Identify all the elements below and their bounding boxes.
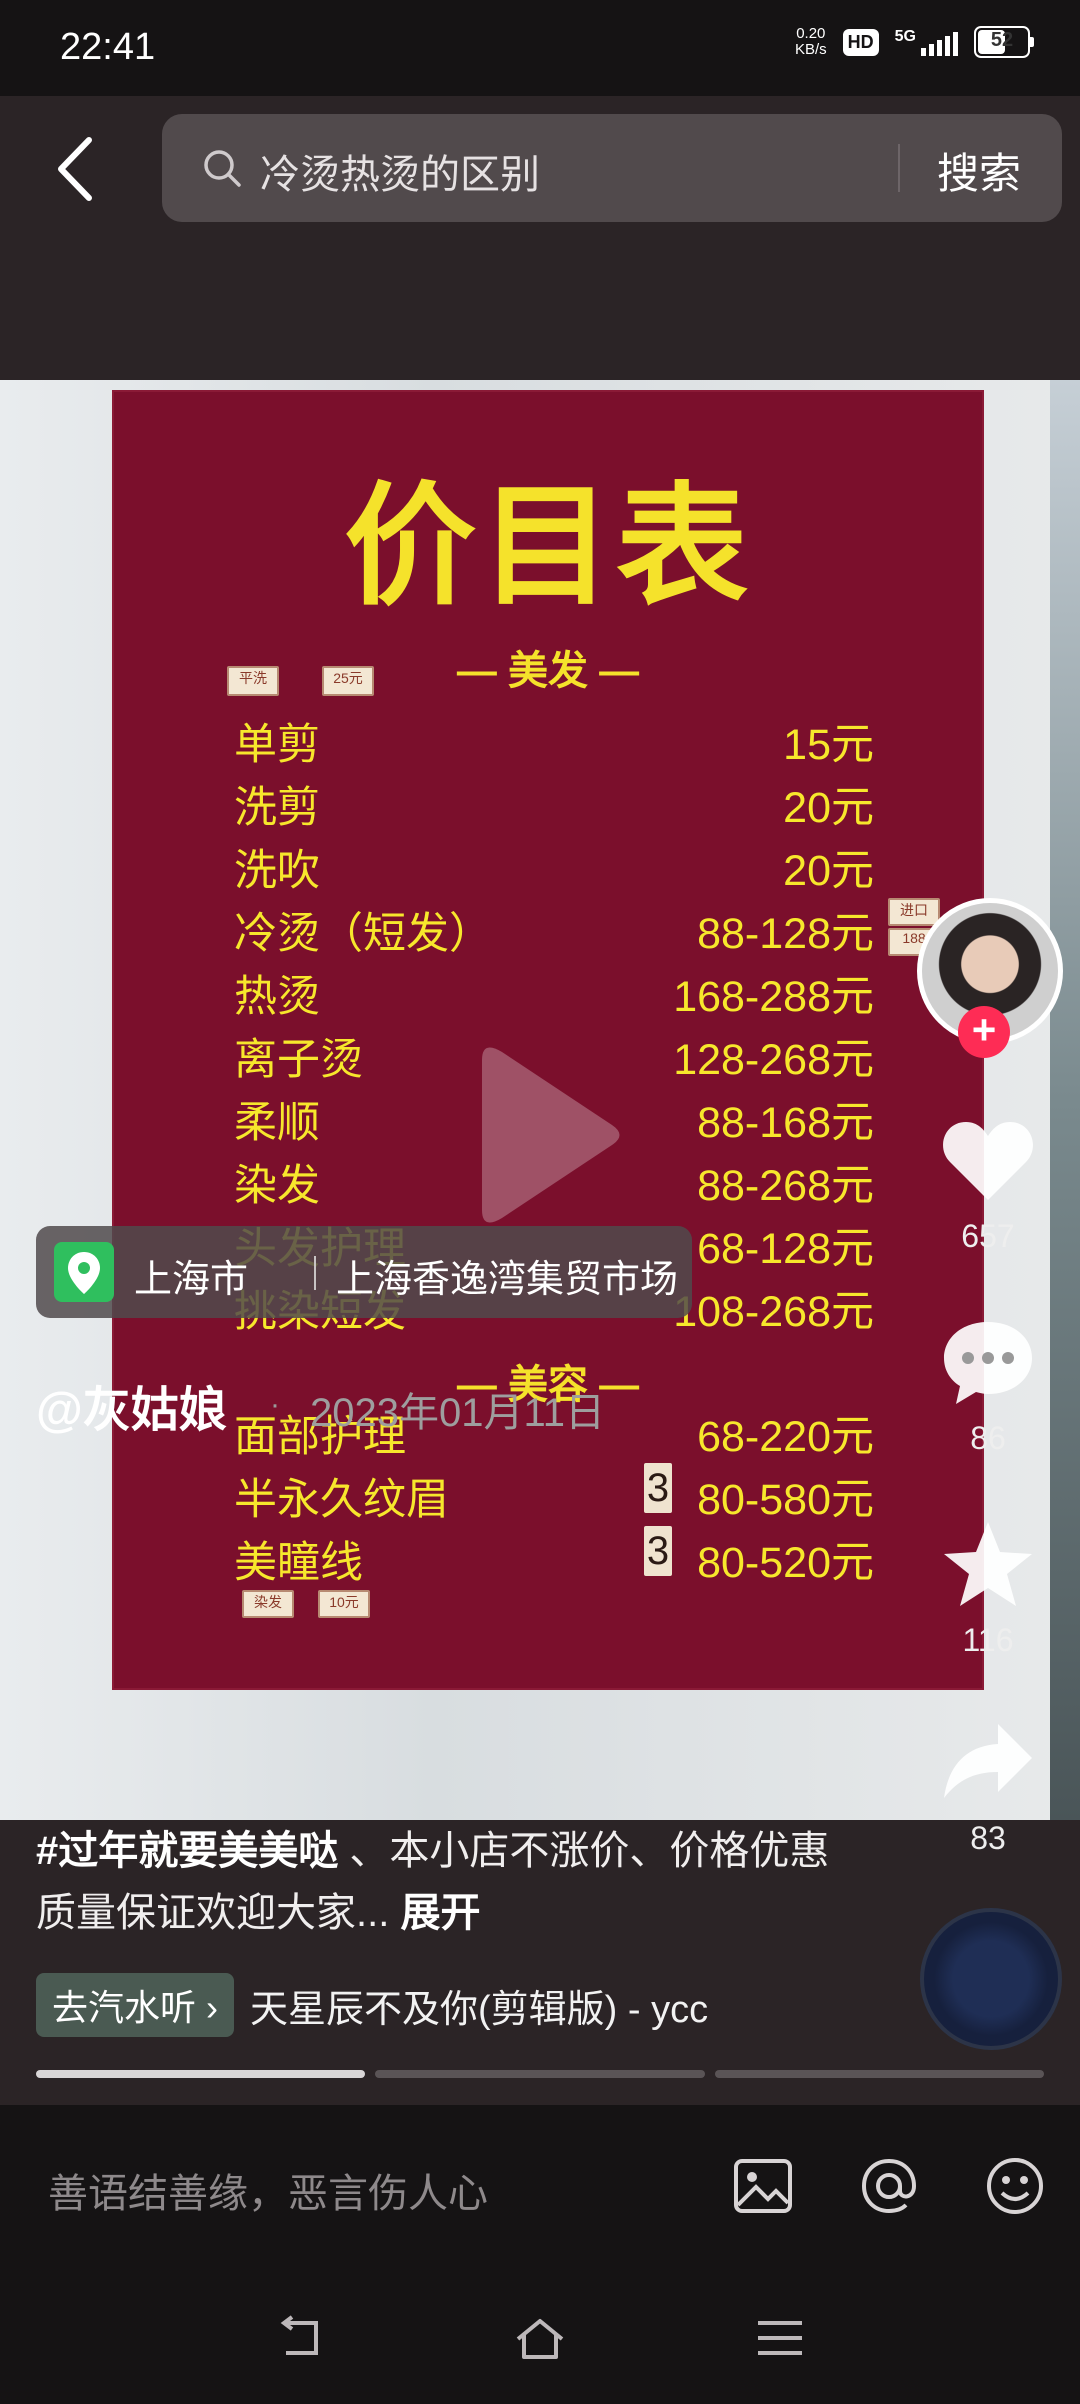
- status-bar: 22:41 0.20 KB/s HD 5G 52: [0, 0, 1080, 96]
- poster-title: 价目表: [344, 469, 752, 624]
- network-speed: 0.20 KB/s: [795, 26, 827, 58]
- item-price: 80-520元: [697, 1539, 874, 1587]
- note-tag: 10元: [318, 1590, 370, 1618]
- location-pin-icon: [54, 1242, 114, 1302]
- author-handle[interactable]: @灰姑娘: [36, 1370, 227, 1440]
- item-price: 68-128元: [697, 1225, 874, 1273]
- item-price: 20元: [783, 784, 874, 832]
- progress-segment: [375, 2070, 705, 2078]
- location-city: 上海市: [134, 1259, 249, 1301]
- progress-segment: [36, 2070, 366, 2078]
- share-count: 83: [970, 1820, 1006, 1856]
- menu-nav-icon[interactable]: [752, 2313, 808, 2363]
- comment-icon[interactable]: [940, 1318, 1036, 1408]
- price-row: 洗吹 20元: [234, 836, 874, 896]
- post-date: 2023年01月11日: [310, 1391, 605, 1435]
- play-icon[interactable]: [462, 1040, 622, 1230]
- price-patch: 3: [644, 1526, 672, 1576]
- item-name: 冷烫（短发）: [234, 910, 492, 958]
- mention-icon[interactable]: [856, 2153, 922, 2219]
- item-name: 柔顺: [234, 1099, 320, 1147]
- search-divider: [898, 144, 900, 192]
- video-player[interactable]: 价目表 — 美发 — 平洗 25元 单剪 15元 洗剪 20元 洗吹 20元 冷烫（短…: [0, 380, 1080, 1820]
- price-row: 热烫 168-288元: [234, 962, 874, 1022]
- item-name: 离子烫: [234, 1036, 363, 1084]
- location-separator: [314, 1256, 316, 1290]
- price-row: 单剪 15元: [234, 710, 874, 770]
- item-price: 88-268元: [697, 1162, 874, 1210]
- listen-button[interactable]: 去汽水听 ›: [36, 1973, 234, 2037]
- search-query[interactable]: 冷烫热烫的区别: [260, 142, 540, 200]
- favorite-count: 116: [962, 1622, 1014, 1658]
- item-price: 128-268元: [673, 1036, 874, 1084]
- battery-level: 52: [990, 29, 1014, 51]
- note-tag: 25元: [322, 666, 374, 696]
- battery-icon: 52: [974, 26, 1034, 58]
- comment-count: 86: [970, 1420, 1006, 1456]
- price-row: 半永久纹眉 80-580元: [234, 1465, 874, 1525]
- price-row: 美瞳线 80-520元: [234, 1528, 874, 1588]
- status-time: 22:41: [60, 26, 156, 68]
- note-tag: 染发: [242, 1590, 294, 1618]
- note-tag: 进口: [888, 898, 940, 926]
- item-price: 168-288元: [673, 973, 874, 1021]
- music-row: 去汽水听 › 天星辰不及你(剪辑版) - ycc: [36, 1973, 708, 2037]
- home-nav-icon[interactable]: [512, 2313, 568, 2363]
- signal-icon: 5G: [895, 28, 958, 56]
- item-name: 洗吹: [234, 847, 320, 895]
- system-nav-bar: [0, 2275, 1080, 2404]
- item-name: 染发: [234, 1162, 320, 1210]
- progress-segment: [714, 2070, 1044, 2078]
- hd-icon: HD: [842, 28, 879, 56]
- item-price: 80-580元: [697, 1476, 874, 1524]
- expand-link[interactable]: 展开: [400, 1891, 480, 1935]
- search-bar[interactable]: 冷烫热烫的区别 搜索: [162, 114, 1062, 222]
- music-track[interactable]: 天星辰不及你(剪辑版) - ycc: [250, 1978, 708, 2033]
- item-name: 洗剪: [234, 784, 320, 832]
- item-price: 20元: [783, 847, 874, 895]
- net-speed-unit: KB/s: [794, 41, 827, 58]
- share-icon[interactable]: [940, 1718, 1036, 1802]
- item-name: 半永久纹眉: [234, 1476, 449, 1524]
- net-speed-value: 0.20: [796, 25, 826, 42]
- like-count: 657: [961, 1218, 1015, 1254]
- item-price: 15元: [783, 721, 874, 769]
- comment-input[interactable]: 善语结善缘，恶言伤人心: [48, 2161, 488, 2219]
- location-chip[interactable]: 上海市 上海香逸湾集贸市场: [36, 1226, 692, 1318]
- carousel-progress: [36, 2070, 1044, 2078]
- comment-bar: 善语结善缘，恶言伤人心: [0, 2105, 1080, 2275]
- price-row: 洗剪 20元: [234, 773, 874, 833]
- signal-label: 5G: [894, 28, 916, 45]
- item-name: 热烫: [234, 973, 320, 1021]
- search-button[interactable]: 搜索: [937, 140, 1021, 201]
- back-nav-icon[interactable]: [272, 2313, 328, 2363]
- background-shelf: [1050, 380, 1080, 1820]
- search-icon: [204, 150, 241, 187]
- item-name: 单剪: [234, 721, 320, 769]
- price-row: 冷烫（短发） 88-128元: [234, 899, 874, 959]
- item-price: 88-168元: [697, 1099, 874, 1147]
- emoji-icon[interactable]: [982, 2153, 1048, 2219]
- back-icon[interactable]: [55, 134, 95, 204]
- item-price: 88-128元: [697, 910, 874, 958]
- item-name: 美瞳线: [234, 1539, 363, 1587]
- item-price: 68-220元: [697, 1413, 874, 1461]
- star-icon[interactable]: [940, 1518, 1036, 1610]
- item-price: 108-268元: [673, 1288, 874, 1336]
- price-patch: 3: [644, 1463, 672, 1513]
- status-icons: 0.20 KB/s HD 5G 52: [795, 26, 1034, 58]
- date-separator: ·: [270, 1388, 280, 1421]
- video-caption: #过年就要美美哒 、本小店不涨价、价格优惠质量保证欢迎大家... 展开: [36, 1820, 856, 1944]
- follow-plus-icon[interactable]: +: [958, 1006, 1010, 1058]
- heart-icon[interactable]: [940, 1118, 1036, 1204]
- hashtag-link[interactable]: #过年就要美美哒: [36, 1829, 338, 1873]
- music-disc-icon[interactable]: [920, 1908, 1062, 2050]
- location-place: 上海香逸湾集贸市场: [336, 1259, 679, 1301]
- image-icon[interactable]: [730, 2153, 796, 2219]
- note-tag: 平洗: [227, 666, 279, 696]
